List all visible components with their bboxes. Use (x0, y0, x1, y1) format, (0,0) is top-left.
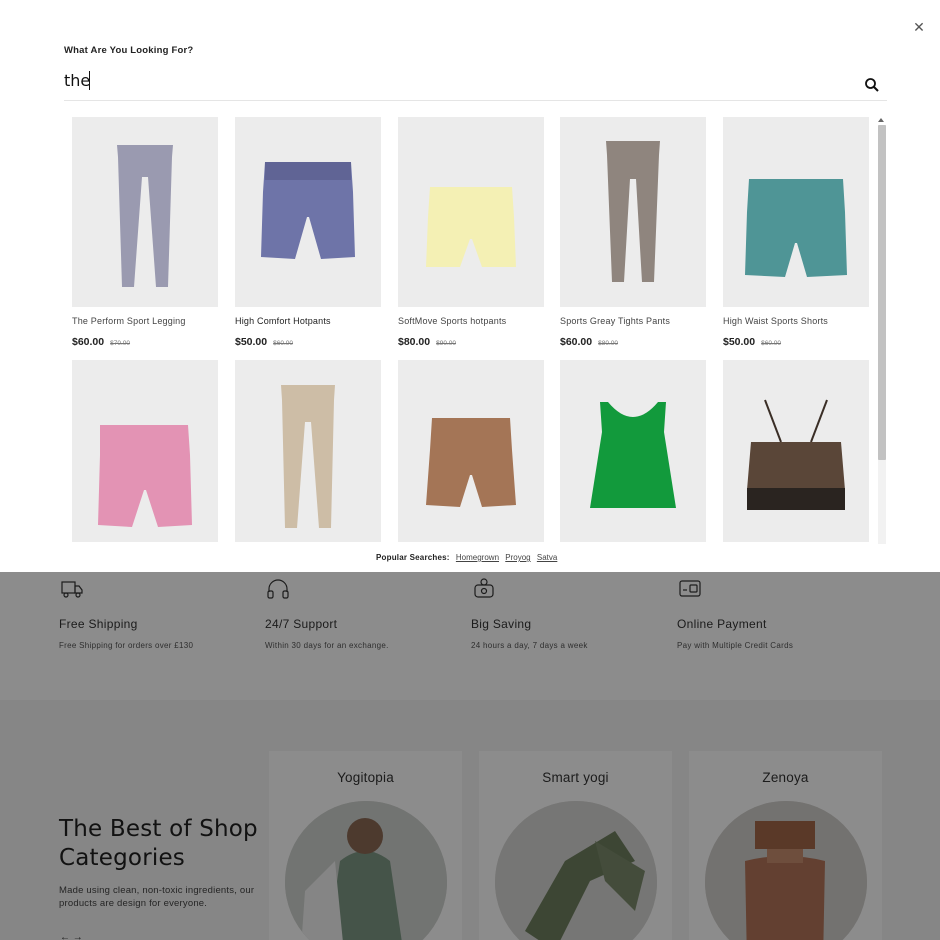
product-shape (281, 385, 335, 528)
product-image (398, 360, 544, 542)
product-name[interactable]: Sports Greay Tights Pants (560, 316, 706, 326)
product-price: $80.00 (398, 336, 431, 348)
product-image (560, 117, 706, 307)
product-image (560, 360, 706, 542)
results-grid: The Perform Sport Legging $60.00 $70.00 H… (72, 117, 872, 544)
product-image (235, 117, 381, 307)
search-input[interactable] (64, 66, 854, 94)
product-shape (117, 145, 173, 287)
popular-search-link[interactable]: Proyog (505, 553, 530, 562)
product-old-price: $60.00 (761, 340, 782, 347)
product-card[interactable]: High Comfort Hotpants $50.00 $60.00 (235, 117, 381, 350)
product-name[interactable]: High Waist Sports Shorts (723, 316, 869, 326)
popular-searches-label: Popular Searches: (376, 553, 450, 562)
product-card[interactable]: The Perform Sport Legging $60.00 $70.00 (72, 117, 218, 350)
product-old-price: $70.00 (110, 340, 131, 347)
product-name[interactable]: High Comfort Hotpants (235, 316, 381, 326)
product-card[interactable] (235, 360, 381, 542)
product-price: $50.00 (235, 336, 268, 348)
product-card[interactable] (560, 360, 706, 542)
product-old-price: $80.00 (598, 340, 619, 347)
popular-search-link[interactable]: Homegrown (456, 553, 499, 562)
search-icon[interactable] (864, 77, 880, 93)
product-card[interactable] (723, 360, 869, 542)
product-shape (745, 179, 847, 277)
product-old-price: $90.00 (436, 340, 457, 347)
close-icon[interactable]: ✕ (910, 18, 928, 36)
product-image (72, 117, 218, 307)
product-card[interactable] (398, 360, 544, 542)
modal-backdrop[interactable] (0, 572, 940, 940)
product-old-price: $60.00 (273, 340, 294, 347)
scroll-thumb[interactable] (878, 125, 886, 460)
search-label: What Are You Looking For? (64, 45, 194, 56)
product-shape (590, 402, 676, 508)
product-card[interactable]: High Waist Sports Shorts $50.00 $60.00 (723, 117, 869, 350)
product-image (235, 360, 381, 542)
product-price: $60.00 (560, 336, 593, 348)
product-image (72, 360, 218, 542)
product-price: $60.00 (72, 336, 105, 348)
product-name[interactable]: The Perform Sport Legging (72, 316, 218, 326)
search-panel: ✕ What Are You Looking For? The Perform … (0, 0, 940, 572)
product-card[interactable]: SoftMove Sports hotpants $80.00 $90.00 (398, 117, 544, 350)
text-caret (89, 71, 90, 90)
results-scrollbar[interactable] (876, 117, 887, 544)
product-image (723, 117, 869, 307)
product-shape (747, 442, 845, 490)
scroll-up-arrow[interactable] (878, 118, 884, 122)
search-underline (64, 100, 887, 101)
product-shape (606, 141, 660, 282)
product-name[interactable]: SoftMove Sports hotpants (398, 316, 544, 326)
product-image (398, 117, 544, 307)
product-shape (426, 187, 516, 267)
product-card[interactable] (72, 360, 218, 542)
product-shape (98, 425, 192, 527)
popular-searches: Popular Searches: Homegrown Proyog Satva (376, 553, 557, 562)
product-shape (426, 418, 516, 507)
product-price: $50.00 (723, 336, 756, 348)
product-card[interactable]: Sports Greay Tights Pants $60.00 $80.00 (560, 117, 706, 350)
product-image (723, 360, 869, 542)
popular-search-link[interactable]: Satva (537, 553, 557, 562)
